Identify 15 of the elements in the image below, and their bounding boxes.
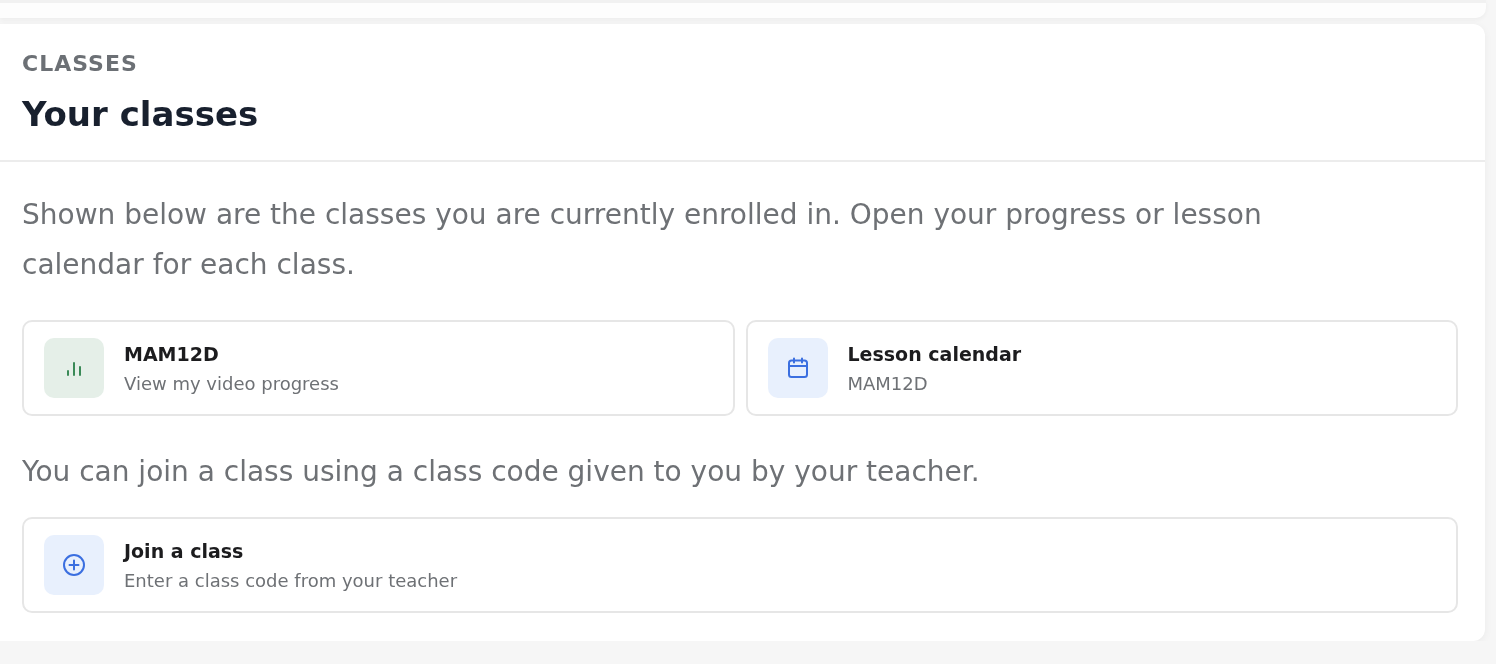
link-title: MAM12D <box>124 341 220 366</box>
join-intro-text: You can join a class using a class code given to you by your teacher. <box>22 454 981 490</box>
join-class-link[interactable]: Join a class Enter a class code from your teacher <box>22 517 1458 613</box>
link-title: Join a class <box>124 538 245 563</box>
progress-link[interactable]: MAM12D View my video progress <box>22 320 735 416</box>
calendar-icon <box>767 338 828 398</box>
link-subtitle: Enter a class code from your teacher <box>124 568 458 592</box>
link-subtitle: View my video progress <box>124 371 339 395</box>
calendar-link[interactable]: Lesson calendar MAM12D <box>745 320 1458 416</box>
bar-chart-icon <box>44 338 104 398</box>
link-title: Lesson calendar <box>847 341 1022 366</box>
intro-text: Shown below are the classes you are currently enrolled in. Open your progress or lesson calendar for each class. <box>22 197 1263 283</box>
section-title: Your classes <box>22 93 260 136</box>
link-subtitle: MAM12D <box>847 371 929 395</box>
section-eyebrow: CLASSES <box>22 50 139 78</box>
